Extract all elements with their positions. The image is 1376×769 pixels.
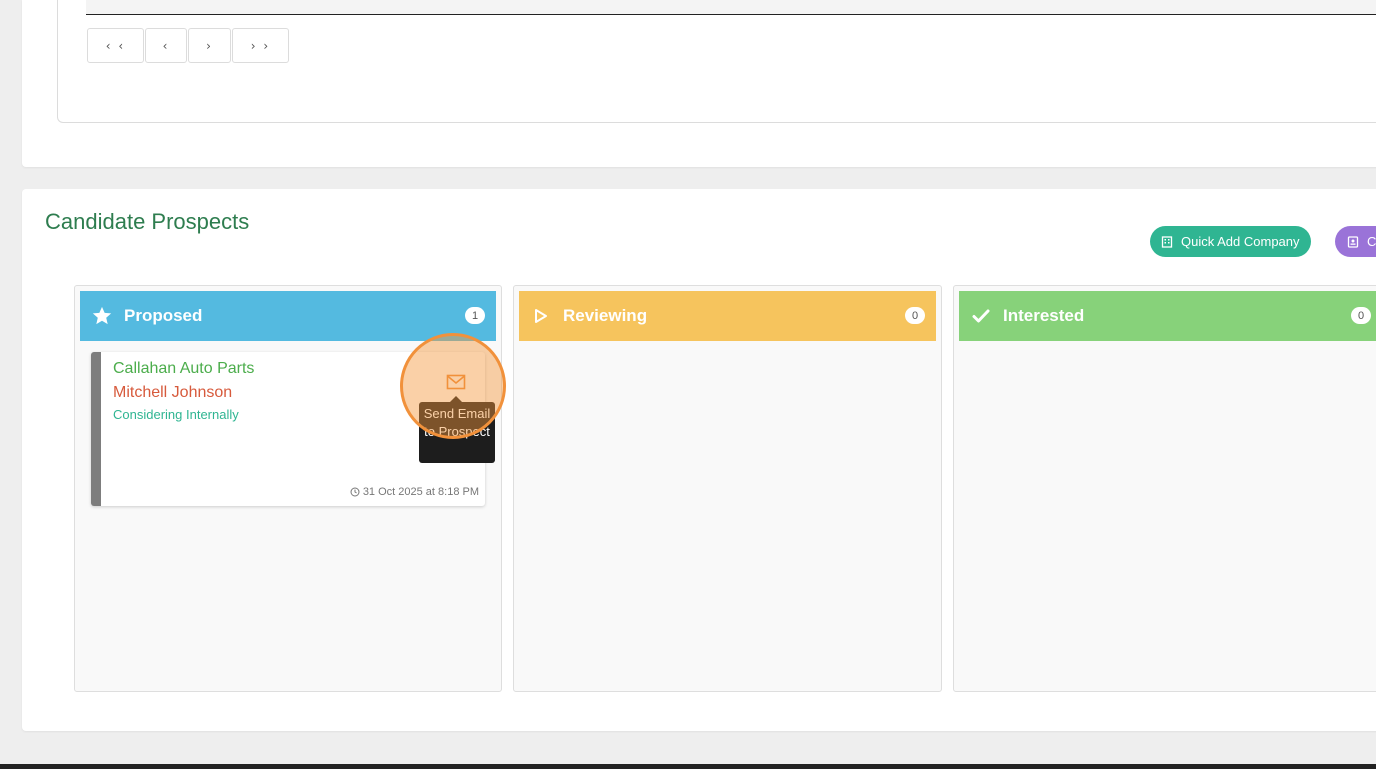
second-action-label: C [1367, 234, 1376, 249]
column-interested: Interested 0 [953, 285, 1376, 692]
building-icon [1161, 235, 1173, 248]
column-header-interested: Interested 0 [959, 291, 1376, 341]
check-icon [969, 304, 993, 328]
quick-add-company-label: Quick Add Company [1181, 234, 1300, 249]
contact-card-icon [1347, 235, 1359, 248]
prospect-timestamp: 31 Oct 2025 at 8:18 PM [350, 486, 479, 498]
column-label: Reviewing [563, 306, 648, 325]
column-count-badge: 0 [905, 307, 925, 324]
previous-section-card: ‹ ‹ ‹ › › › [22, 0, 1376, 167]
table-container: ‹ ‹ ‹ › › › [57, 0, 1376, 123]
prospect-contact-name[interactable]: Mitchell Johnson [113, 384, 232, 402]
timestamp-text: 31 Oct 2025 at 8:18 PM [362, 486, 479, 498]
quick-add-company-button[interactable]: Quick Add Company [1150, 226, 1311, 257]
clock-icon [350, 487, 360, 497]
column-reviewing: Reviewing 0 [513, 285, 942, 692]
first-page-button[interactable]: ‹ ‹ [87, 28, 144, 63]
column-count-badge: 0 [1351, 307, 1371, 324]
column-header-reviewing: Reviewing 0 [519, 291, 936, 341]
column-count-badge: 1 [465, 307, 485, 324]
next-page-button[interactable]: › [188, 28, 231, 63]
prospect-company-name[interactable]: Callahan Auto Parts [113, 360, 254, 378]
candidate-prospects-card: Candidate Prospects Quick Add Company C … [22, 189, 1376, 731]
last-page-button[interactable]: › › [232, 28, 289, 63]
second-action-button[interactable]: C [1335, 226, 1376, 257]
previous-page-button[interactable]: ‹ [145, 28, 187, 63]
column-label: Interested [1003, 306, 1085, 325]
taskbar-edge [0, 764, 1376, 769]
play-icon [529, 304, 553, 328]
table-footer-row [86, 0, 1376, 15]
column-label: Proposed [124, 306, 203, 325]
section-title: Candidate Prospects [45, 209, 250, 234]
column-header-proposed: Proposed 1 [80, 291, 496, 341]
mail-icon[interactable] [446, 374, 466, 390]
prospect-status: Considering Internally [113, 407, 239, 422]
star-icon [90, 304, 114, 328]
pagination: ‹ ‹ ‹ › › › [87, 28, 289, 63]
